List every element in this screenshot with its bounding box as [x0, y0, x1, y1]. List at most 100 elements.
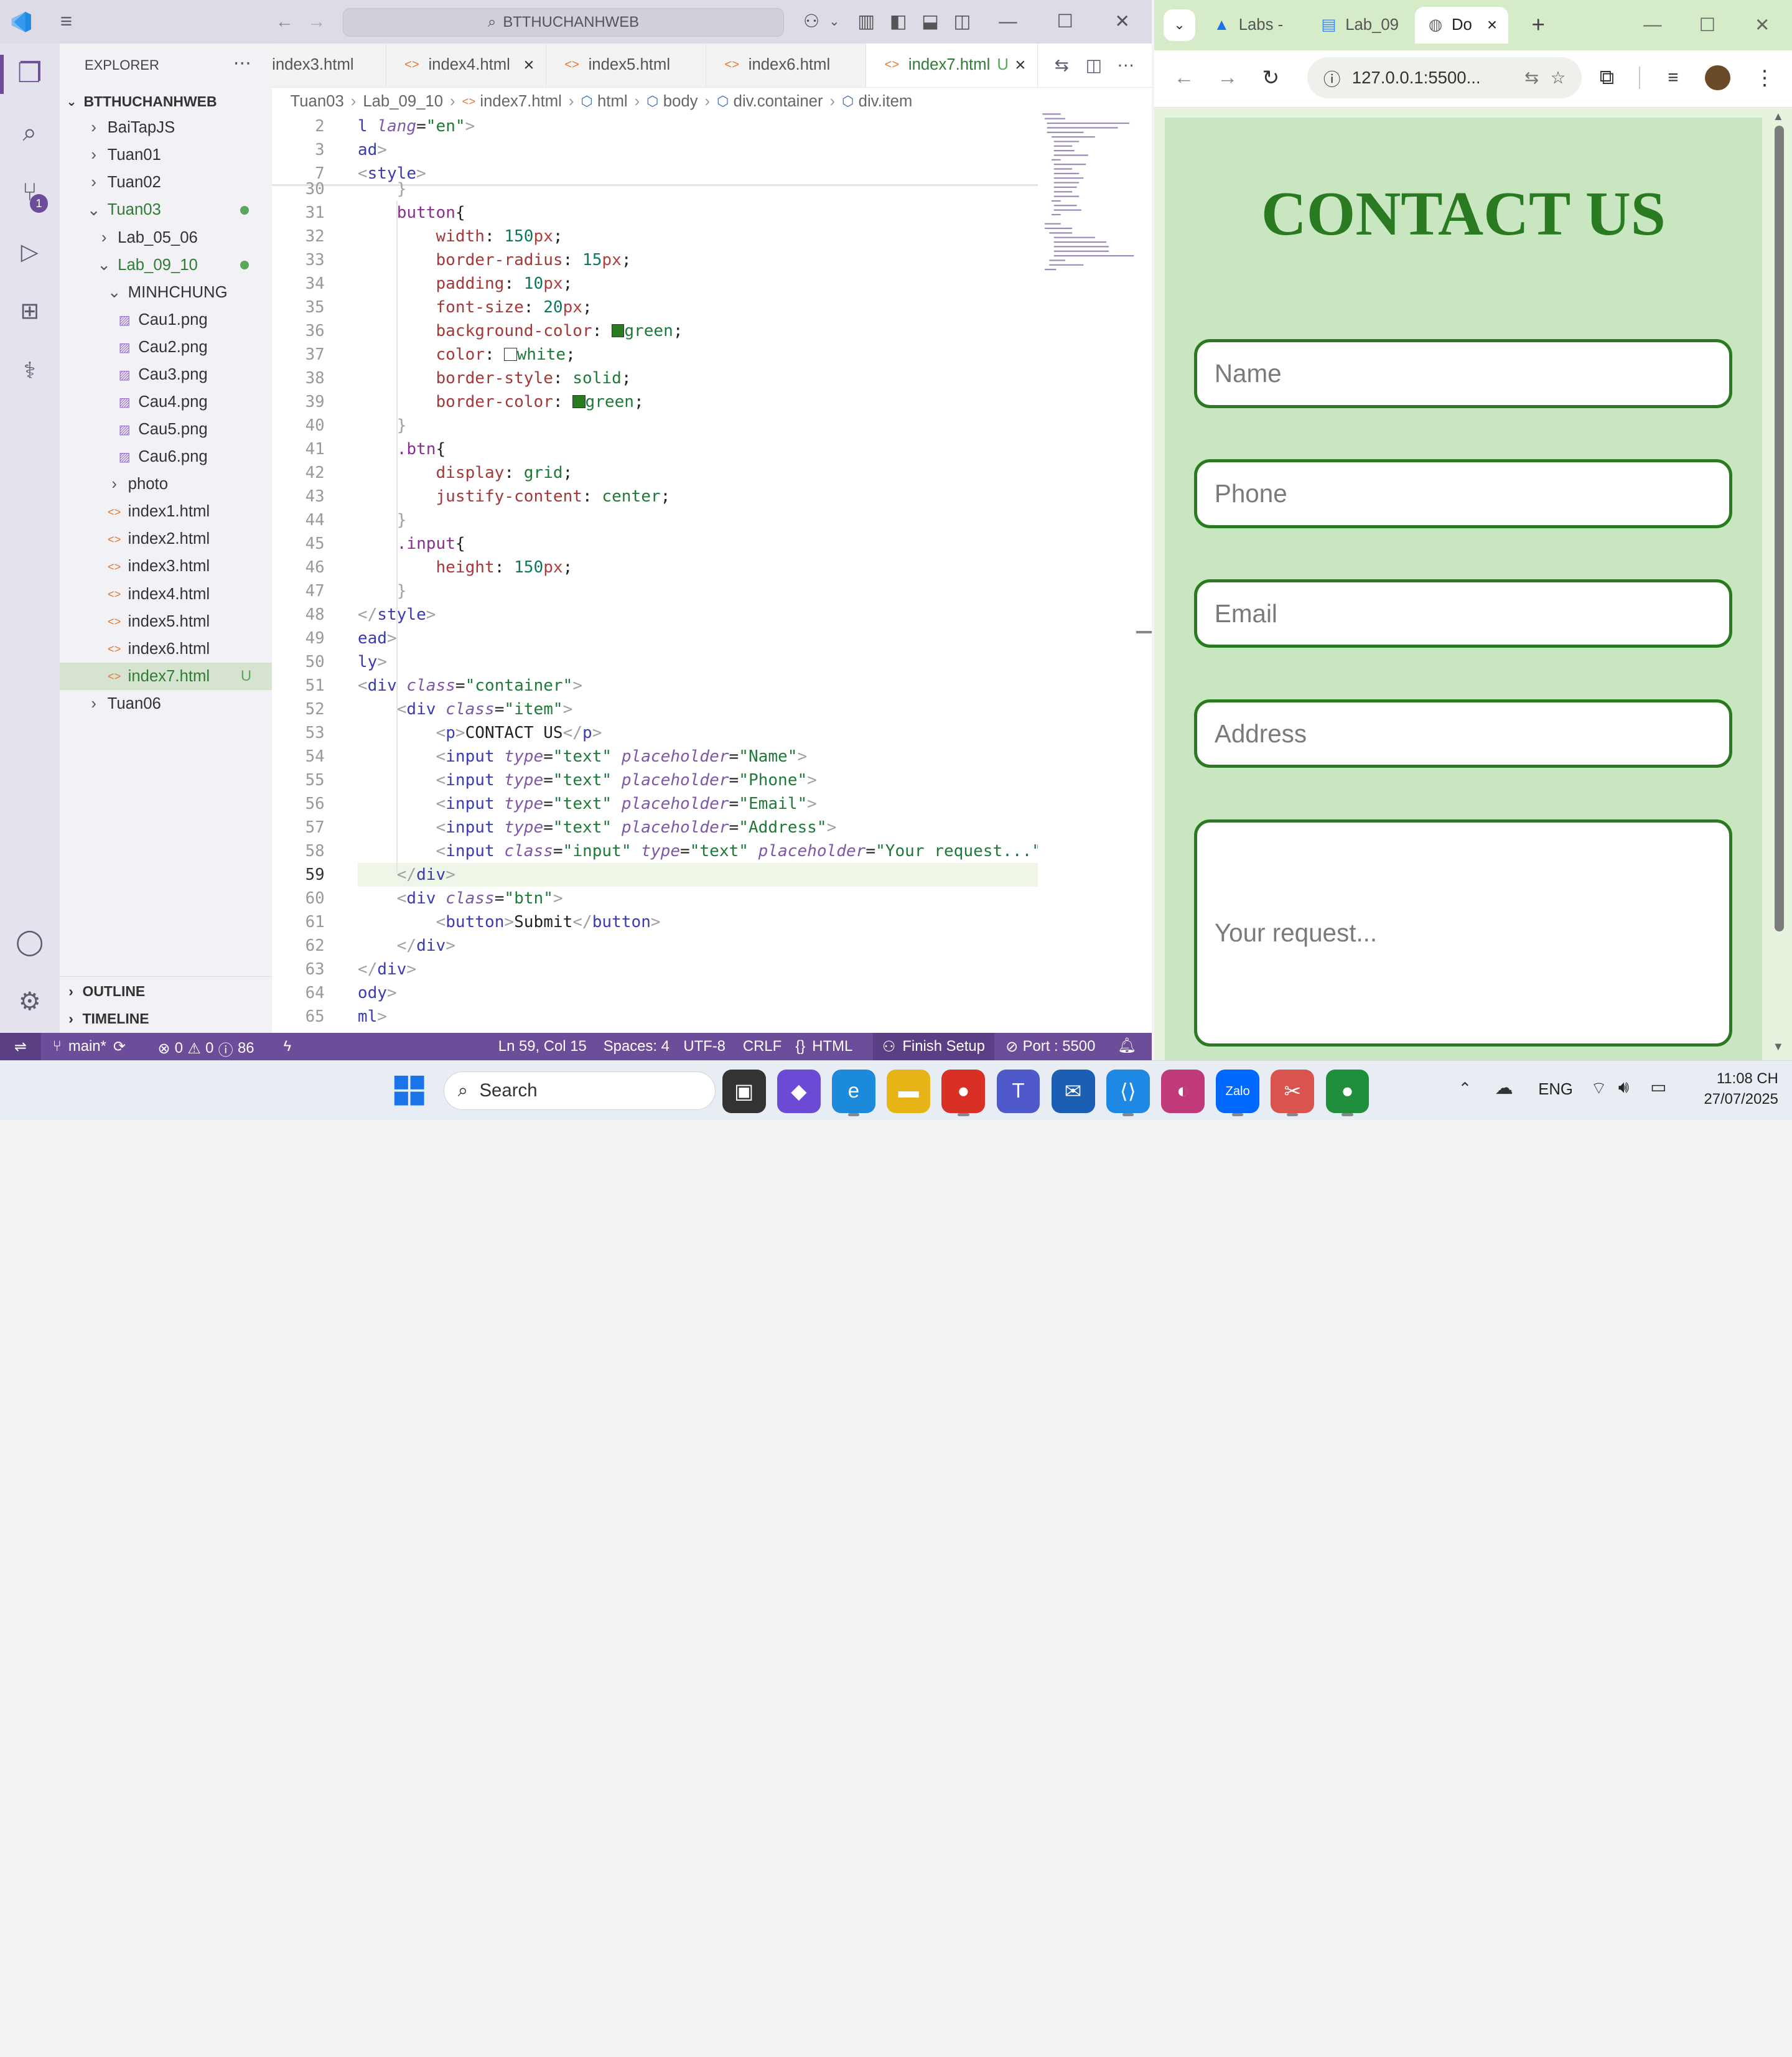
browser-tab-2[interactable]: ◍ Do ×	[1414, 7, 1509, 44]
contact-field-phone[interactable]: Phone	[1194, 459, 1733, 528]
minimize-icon[interactable]: —	[994, 9, 1022, 34]
vscode-icon[interactable]: ⟨⟩	[1106, 1070, 1150, 1113]
command-search-box[interactable]: ⌕ BTTHUCHANHWEB	[343, 7, 784, 37]
contact-field-email[interactable]: Email	[1194, 579, 1733, 648]
tree-item-index4-html[interactable]: <> index4.html	[60, 581, 273, 608]
edge-icon[interactable]: e	[832, 1070, 875, 1113]
tree-item-tuan03[interactable]: ⌄ Tuan03	[60, 197, 273, 224]
translate-icon[interactable]: ⇆	[1524, 68, 1539, 88]
forward-icon[interactable]: →	[1214, 64, 1241, 91]
close-tab-icon[interactable]: ×	[523, 55, 534, 76]
site-info-icon[interactable]: ⓘ	[1323, 65, 1341, 90]
mail-icon[interactable]: ✉	[1051, 1070, 1095, 1113]
forward-arrow-icon[interactable]: →	[304, 9, 329, 34]
back-icon[interactable]: ←	[1170, 64, 1198, 91]
language-indicator[interactable]: ENG	[1538, 1081, 1573, 1099]
tab-index3-html[interactable]: index3.html	[272, 43, 386, 87]
more-actions-icon[interactable]: ⋯	[233, 52, 251, 74]
taskbar-search[interactable]: ⌕ Search	[443, 1071, 716, 1111]
windows-start-icon[interactable]	[393, 1075, 425, 1106]
extensions-icon[interactable]: ⊞	[14, 295, 45, 327]
encoding-status[interactable]: UTF-8	[683, 1038, 726, 1055]
tree-item-cau1-png[interactable]: ▨ Cau1.png	[60, 306, 273, 334]
new-tab-button[interactable]: +	[1524, 11, 1552, 39]
explorer-icon[interactable]: ❐	[14, 57, 45, 89]
split-editor-icon[interactable]: ◫	[1081, 52, 1106, 77]
task-view-icon[interactable]: ▣	[722, 1070, 766, 1113]
branch-status[interactable]: ⑂ main* ⟳	[52, 1038, 125, 1056]
live-server-port[interactable]: ⊘ Port : 5500	[1006, 1038, 1095, 1056]
onedrive-icon[interactable]: ☁	[1495, 1077, 1513, 1099]
tree-item-lab-09-10[interactable]: ⌄ Lab_09_10	[60, 251, 273, 279]
close-tab-icon[interactable]: ×	[1487, 15, 1497, 35]
clock-date[interactable]: 27/07/2025	[1691, 1091, 1778, 1108]
tree-item-minhchung[interactable]: ⌄ MINHCHUNG	[60, 279, 273, 306]
cursor-position[interactable]: Ln 59, Col 15	[498, 1038, 587, 1055]
account-icon[interactable]: ◯	[14, 926, 45, 958]
remote-icon[interactable]: ⇌	[0, 1033, 42, 1061]
close-icon[interactable]: ✕	[1109, 9, 1136, 34]
copilot-icon[interactable]: ◆	[777, 1070, 821, 1113]
bookmark-star-icon[interactable]: ☆	[1551, 68, 1566, 88]
search-icon[interactable]: ⌕	[14, 116, 45, 148]
menu-icon[interactable]: ≡	[52, 9, 80, 34]
tree-item-index2-html[interactable]: <> index2.html	[60, 526, 273, 553]
explorer-icon[interactable]: ▬	[887, 1070, 931, 1113]
notifications-bell-icon[interactable]: 🔔︎	[1118, 1037, 1136, 1055]
root-folder[interactable]: ⌄ BTTHUCHANHWEB	[67, 89, 217, 114]
browser-tab-0[interactable]: ▲ Labs -	[1200, 7, 1301, 44]
chevron-up-icon[interactable]: ⌃	[1458, 1080, 1472, 1098]
toggle-sidebar-icon[interactable]: ◧	[885, 9, 912, 34]
tree-item-tuan01[interactable]: › Tuan01	[60, 142, 273, 169]
contact-field-address[interactable]: Address	[1194, 699, 1733, 768]
indentation-status[interactable]: Spaces: 4	[604, 1038, 670, 1055]
breadcrumb-item[interactable]: html	[597, 93, 628, 111]
editor-scrollbar[interactable]	[1136, 630, 1152, 633]
tree-item-photo[interactable]: › photo	[60, 471, 273, 498]
breadcrumb-item[interactable]: Lab_09_10	[363, 93, 443, 111]
outline-section[interactable]: › OUTLINE	[68, 983, 145, 1000]
language-status[interactable]: {} HTML	[795, 1038, 852, 1055]
browser-tab-1[interactable]: ▤ Lab_09	[1307, 7, 1408, 44]
run-debug-icon[interactable]: ▷	[14, 235, 45, 267]
zalo-icon[interactable]: Zalo	[1216, 1070, 1260, 1113]
minimize-icon[interactable]: —	[1639, 11, 1666, 39]
compare-changes-icon[interactable]: ⇆	[1049, 52, 1074, 77]
tree-item-index7-html[interactable]: <> index7.html U	[59, 663, 273, 691]
wifi-icon[interactable]: ⌔	[1591, 1077, 1607, 1099]
tree-item-cau3-png[interactable]: ▨ Cau3.png	[60, 361, 273, 388]
browser-menu-icon[interactable]: ⋮	[1751, 64, 1778, 91]
scroll-up-arrow-icon[interactable]: ▲	[1773, 110, 1784, 123]
close-tab-icon[interactable]: ×	[1015, 55, 1025, 76]
address-bar[interactable]: ⓘ 127.0.0.1:5500... ⇆ ☆	[1307, 57, 1582, 98]
clock-time[interactable]: 11:08 CH	[1703, 1070, 1778, 1088]
chevron-down-icon[interactable]: ⌄	[821, 9, 848, 34]
python-icon[interactable]: ⚕	[14, 354, 45, 386]
contact-field-name[interactable]: Name	[1194, 339, 1733, 408]
breadcrumb-item[interactable]: body	[663, 93, 698, 111]
minimap[interactable]	[1038, 110, 1141, 281]
chrome2-icon[interactable]: ●	[1325, 1070, 1370, 1113]
tab-search-icon[interactable]: ⌄	[1163, 9, 1196, 42]
gear-icon[interactable]: ⚙	[14, 985, 45, 1017]
app-red-icon[interactable]: ◐	[1161, 1070, 1205, 1113]
toggle-panel-icon[interactable]: ⬓	[917, 9, 944, 34]
tree-item-cau4-png[interactable]: ▨ Cau4.png	[60, 388, 273, 416]
finish-setup-button[interactable]: ⚇ Finish Setup	[873, 1033, 994, 1061]
browser-scrollbar[interactable]	[1775, 126, 1785, 931]
layout-icon[interactable]: ▥	[852, 9, 880, 34]
volume-icon[interactable]: 🔊︎	[1618, 1077, 1629, 1098]
tree-item-cau5-png[interactable]: ▨ Cau5.png	[60, 416, 273, 444]
tree-item-tuan06[interactable]: › Tuan06	[60, 690, 273, 717]
back-arrow-icon[interactable]: ←	[272, 9, 297, 34]
tab-index7-html[interactable]: <> index7.html U ×	[866, 43, 1038, 87]
tree-item-cau2-png[interactable]: ▨ Cau2.png	[60, 334, 273, 361]
tree-item-index1-html[interactable]: <> index1.html	[60, 498, 273, 526]
maximize-icon[interactable]: ☐	[1052, 9, 1079, 34]
tab-index5-html[interactable]: <> index5.html	[546, 43, 707, 87]
breadcrumb-item[interactable]: div.container	[734, 93, 823, 111]
tree-item-tuan02[interactable]: › Tuan02	[60, 169, 273, 197]
reload-icon[interactable]: ↻	[1257, 64, 1284, 91]
snip-icon[interactable]: ✂	[1271, 1070, 1315, 1113]
breadcrumb-item[interactable]: div.item	[859, 93, 913, 111]
